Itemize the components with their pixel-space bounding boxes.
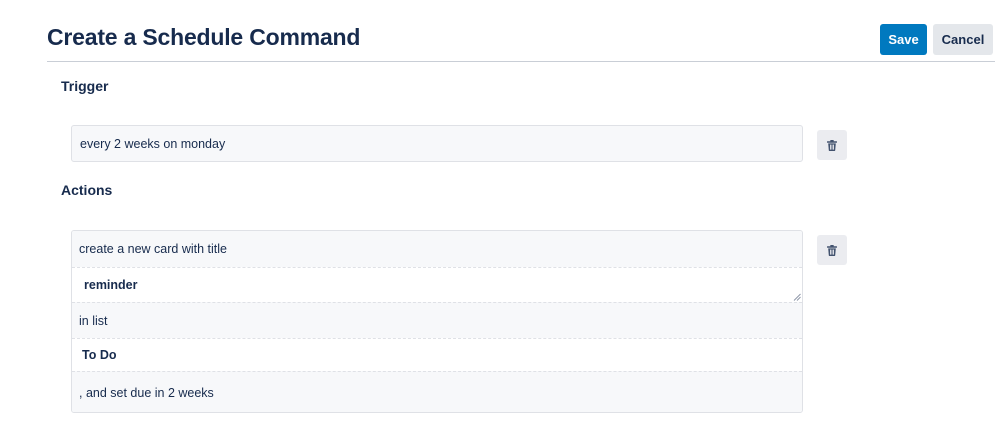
resize-handle-icon[interactable] [793,293,801,301]
delete-trigger-button[interactable] [817,130,847,160]
delete-action-button[interactable] [817,235,847,265]
trigger-heading: Trigger [61,78,109,94]
action-text-set-due: , and set due in 2 weeks [72,371,802,412]
card-title-value: reminder [84,278,138,292]
trash-icon [827,139,837,151]
action-builder: create a new card with title reminder in… [71,230,803,413]
trigger-text: every 2 weeks on monday [80,136,226,151]
action-text-create-card: create a new card with title [72,231,802,267]
card-title-input[interactable]: reminder [72,267,802,302]
page-title: Create a Schedule Command [47,24,361,50]
actions-heading: Actions [61,182,113,198]
schedule-command-page: Create a Schedule Command Save Cancel Tr… [0,0,999,434]
list-name-value: To Do [82,348,117,362]
trigger-input[interactable]: every 2 weeks on monday [71,125,803,162]
trash-icon [827,244,837,256]
save-button[interactable]: Save [880,24,927,55]
header-divider [47,61,995,62]
action-text-in-list: in list [72,302,802,338]
list-name-input[interactable]: To Do [72,338,802,371]
cancel-button[interactable]: Cancel [933,24,993,55]
